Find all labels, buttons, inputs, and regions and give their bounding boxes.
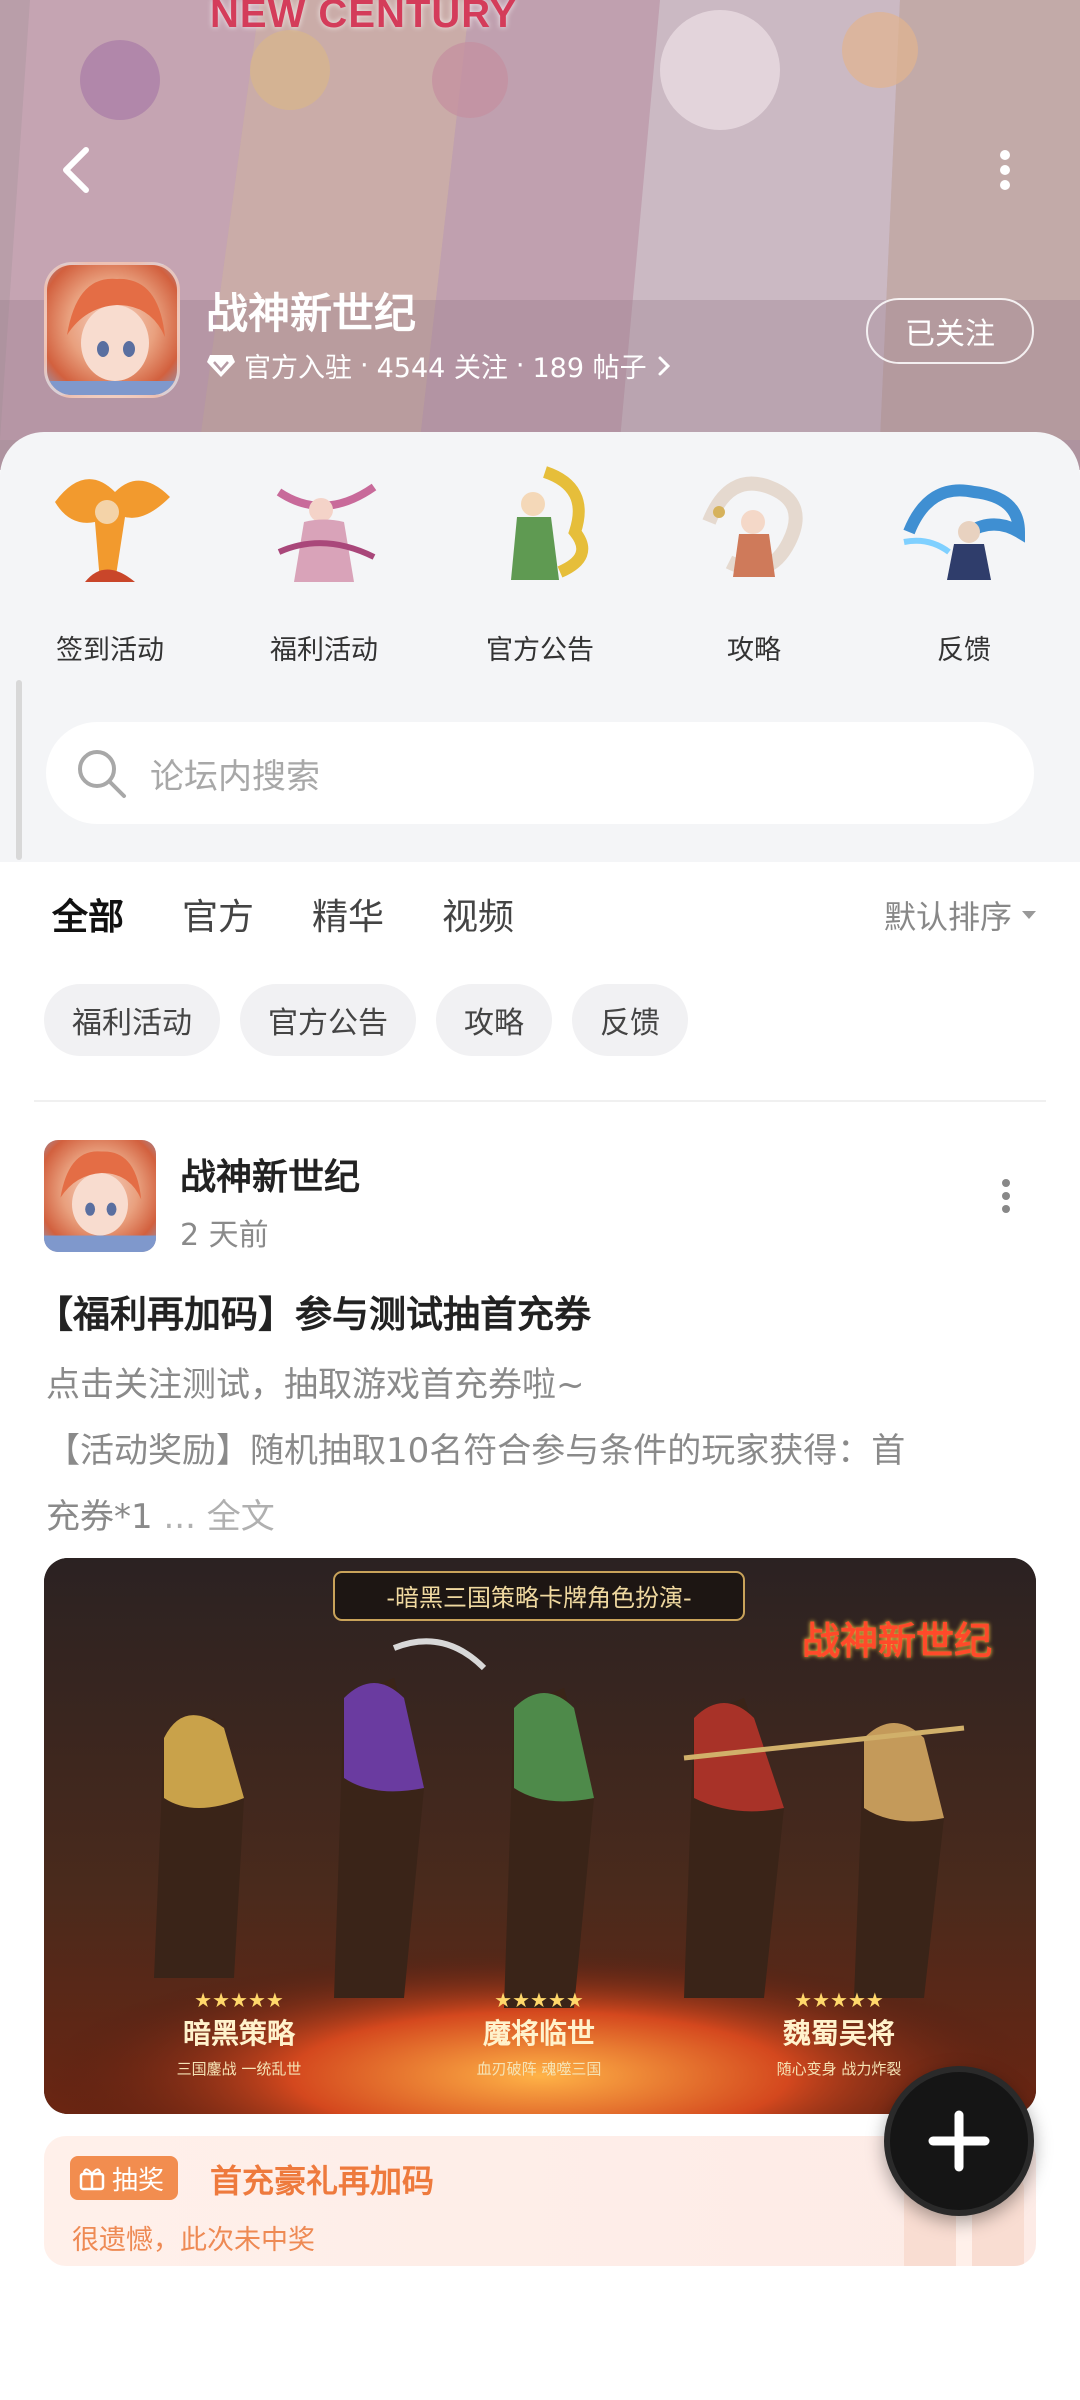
entry-label: 官方公告: [486, 635, 594, 666]
image-logo-text: 战神新世纪: [802, 1618, 993, 1663]
sort-dropdown[interactable]: 默认排序: [884, 892, 1038, 938]
create-post-button[interactable]: [884, 2066, 1034, 2216]
tab-all[interactable]: 全部: [52, 888, 124, 946]
back-button[interactable]: [50, 140, 110, 200]
post-author[interactable]: 战神新世纪: [180, 1148, 360, 1200]
badge-title: 魔将临世: [482, 2017, 595, 2050]
badge-sub: 血刃破阵 魂噬三国: [476, 2060, 602, 2078]
entry-label: 攻略: [727, 635, 781, 666]
vertical-dots-icon: [1000, 150, 1010, 190]
badge-sub: 随心变身 战力炸裂: [776, 2060, 902, 2078]
category-chips: 福利活动 官方公告 攻略 反馈: [44, 984, 688, 1056]
tab-video[interactable]: 视频: [442, 888, 514, 940]
star-rating-icon: ★★★★★: [494, 1988, 584, 2012]
entry-feedback[interactable]: 反馈: [874, 462, 1054, 667]
entry-announcement[interactable]: 官方公告: [450, 462, 630, 667]
lottery-badge: 抽奖: [70, 2156, 179, 2200]
banner-art-title: NEW CENTURY: [210, 0, 518, 36]
lottery-status: 很遗憾，此次未中奖: [72, 2225, 315, 2256]
header-banner: NEW CENTURY 战神新世纪 官方入驻 · 4544 关注 · 189 帖…: [0, 0, 1080, 470]
dragon-general-icon: [511, 466, 589, 580]
plus-icon: [928, 2110, 990, 2172]
tab-official[interactable]: 官方: [182, 888, 254, 940]
search-icon: [78, 750, 126, 798]
post-body-line: 点击关注测试，抽取游戏首充券啦~: [46, 1365, 585, 1405]
white-dragon-icon: [702, 476, 803, 577]
lottery-badge-label: 抽奖: [112, 2165, 165, 2196]
chip-announcement[interactable]: 官方公告: [240, 984, 416, 1056]
star-rating-icon: ★★★★★: [794, 1988, 884, 2012]
feature-badge: ★★★★★ 暗黑策略 三国鏖战 一统乱世: [144, 1988, 334, 2079]
post-time: 2 天前: [180, 1218, 269, 1253]
tab-featured[interactable]: 精华: [312, 888, 384, 940]
anime-girl-icon: [47, 278, 177, 395]
forum-title: 战神新世纪: [206, 289, 417, 338]
post-excerpt[interactable]: 点击关注测试，抽取游戏首充券啦~ 【活动奖励】随机抽取10名符合参与条件的玩家获…: [46, 1352, 1036, 1550]
follow-button[interactable]: 已关注: [866, 298, 1034, 364]
post-body-text: 充券*1: [46, 1497, 153, 1537]
chip-feedback[interactable]: 反馈: [572, 984, 688, 1056]
more-options-button[interactable]: [990, 145, 1020, 195]
meta-separator: ·: [515, 350, 525, 381]
vertical-dots-icon: [1002, 1179, 1010, 1213]
post-more-button[interactable]: [994, 1176, 1018, 1216]
entry-label: 福利活动: [270, 635, 378, 666]
chip-welfare[interactable]: 福利活动: [44, 984, 220, 1056]
sort-label: 默认排序: [884, 898, 1013, 936]
content-tabs: 全部 官方 精华 视频: [52, 888, 572, 946]
entry-checkin[interactable]: 签到活动: [20, 462, 200, 667]
post-body-line-last: 充券*1 ... 全文: [46, 1484, 1036, 1550]
post-image[interactable]: -暗黑三国策略卡牌角色扮演- 战神新世纪 ★★★★★ 暗黑策略 三国鏖战 一统乱…: [44, 1558, 1036, 2114]
gift-icon: [79, 2168, 105, 2191]
search-placeholder: 论坛内搜索: [150, 756, 320, 797]
feature-badge: ★★★★★ 魏蜀吴将 随心变身 战力炸裂: [744, 1988, 934, 2079]
anime-girl-icon: [44, 1151, 156, 1252]
entry-welfare[interactable]: 福利活动: [234, 462, 414, 667]
badge-title: 魏蜀吴将: [782, 2017, 895, 2050]
star-rating-icon: ★★★★★: [194, 1988, 284, 2012]
official-badge-label: 官方入驻: [244, 353, 352, 384]
feature-badge: ★★★★★ 魔将临世 血刃破阵 魂噬三国: [444, 1988, 634, 2079]
full-text-link[interactable]: 全文: [207, 1497, 275, 1537]
lottery-title: 首充豪礼再加码: [210, 2162, 435, 2200]
post-body-line: 【活动奖励】随机抽取10名符合参与条件的玩家获得：首: [46, 1431, 906, 1471]
chevron-left-icon: [63, 147, 89, 193]
forum-search-bar[interactable]: 论坛内搜索: [46, 722, 1034, 824]
entry-label: 反馈: [937, 635, 991, 666]
entry-guide[interactable]: 攻略: [664, 462, 844, 667]
chevron-right-icon: [658, 356, 670, 375]
forum-meta[interactable]: 官方入驻 · 4544 关注 · 189 帖子: [206, 346, 673, 385]
entry-label: 签到活动: [56, 635, 164, 666]
image-banner-text: -暗黑三国策略卡牌角色扮演-: [386, 1584, 692, 1612]
divider: [34, 1100, 1046, 1102]
badge-title: 暗黑策略: [182, 2017, 295, 2050]
meta-separator: ·: [360, 350, 369, 381]
post-count: 189 帖子: [532, 353, 647, 384]
chip-guide[interactable]: 攻略: [436, 984, 552, 1056]
dancer-character-icon: [276, 483, 377, 582]
app-icon: [44, 262, 180, 398]
post-title[interactable]: 【福利再加码】参与测试抽首充券: [36, 1284, 591, 1338]
avatar[interactable]: [44, 1140, 156, 1252]
caret-down-icon: [1022, 911, 1037, 919]
badge-sub: 三国鏖战 一统乱世: [176, 2060, 302, 2078]
diamond-badge-icon: [207, 354, 235, 377]
ellipsis: ...: [163, 1497, 196, 1537]
follower-count: 4544 关注: [376, 353, 508, 384]
banner-artwork: [0, 0, 1080, 470]
phoenix-warrior-icon: [55, 479, 170, 582]
blue-dragon-icon: [903, 484, 1026, 580]
scroll-indicator: [16, 680, 22, 860]
